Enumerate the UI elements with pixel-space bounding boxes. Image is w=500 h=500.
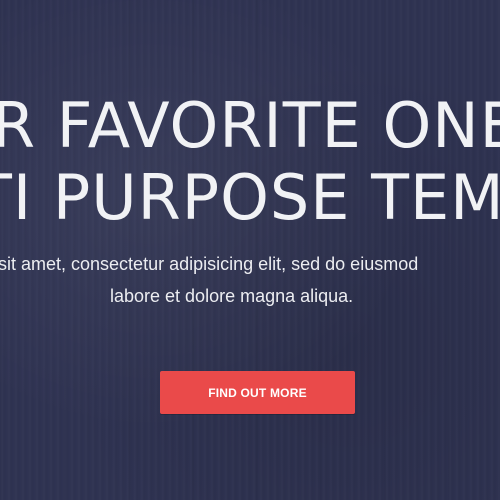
hero-headline: R FAVORITE ONE P TI PURPOSE TEMP (0, 0, 500, 240)
hero-headline-line-2: TI PURPOSE TEMP (0, 161, 500, 234)
hero-subtext-line-1: sit amet, consectetur adipisicing elit, … (0, 254, 419, 274)
hero-section: R FAVORITE ONE P TI PURPOSE TEMP sit ame… (0, 0, 500, 500)
hero-headline-line-1: R FAVORITE ONE P (0, 89, 500, 162)
hero-subtext-line-2: labore et dolore magna aliqua. (110, 286, 354, 306)
hero-subtext: sit amet, consectetur adipisicing elit, … (0, 250, 500, 320)
find-out-more-button[interactable]: FIND OUT MORE (160, 371, 355, 414)
